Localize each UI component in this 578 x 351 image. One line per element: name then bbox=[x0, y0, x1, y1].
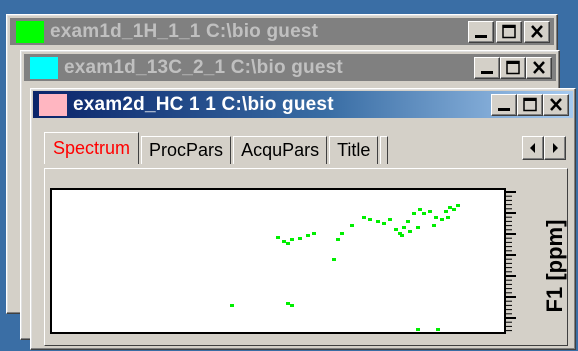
peak-marker bbox=[362, 216, 366, 219]
maximize-icon bbox=[502, 24, 516, 39]
close-icon bbox=[533, 61, 545, 74]
tab-strip: Spectrum ProcPars AcquPars Title bbox=[44, 132, 390, 164]
peak-marker bbox=[368, 218, 372, 221]
maximize-icon bbox=[506, 60, 520, 75]
peak-marker bbox=[416, 328, 420, 331]
tab-scroll-left-button[interactable] bbox=[522, 136, 544, 160]
minimize-icon bbox=[498, 108, 510, 111]
close-button[interactable] bbox=[526, 57, 552, 79]
peak-marker bbox=[440, 218, 444, 221]
spectrum-plot[interactable] bbox=[50, 188, 506, 334]
peak-marker bbox=[286, 242, 290, 245]
scroll-left-icon bbox=[530, 143, 535, 153]
y-axis bbox=[506, 191, 516, 332]
tab-spectrum[interactable]: Spectrum bbox=[44, 132, 140, 164]
peak-marker bbox=[230, 304, 234, 307]
peak-marker bbox=[434, 216, 438, 219]
maximize-icon bbox=[523, 97, 537, 112]
minimize-button[interactable] bbox=[468, 21, 494, 43]
tab-scroll-right-button[interactable] bbox=[544, 136, 566, 160]
peak-marker bbox=[422, 212, 426, 215]
peak-marker bbox=[388, 218, 392, 221]
peak-marker bbox=[282, 240, 286, 243]
tab-procpars[interactable]: ProcPars bbox=[141, 136, 232, 164]
tab-acqupars[interactable]: AcquPars bbox=[233, 136, 328, 164]
peak-marker bbox=[332, 258, 336, 261]
peaks-layer bbox=[230, 204, 460, 331]
peak-marker bbox=[382, 222, 386, 225]
peak-marker bbox=[350, 224, 354, 227]
window-title: exam2d_HC 1 1 C:\bio guest bbox=[73, 93, 334, 115]
window-titlebar[interactable]: exam1d_13C_2_1 C:\bio guest bbox=[24, 54, 556, 81]
peak-marker bbox=[400, 234, 404, 237]
peak-marker bbox=[452, 208, 456, 211]
peak-marker bbox=[276, 236, 280, 239]
close-button[interactable] bbox=[524, 21, 550, 43]
peak-marker bbox=[432, 224, 436, 227]
peak-marker bbox=[336, 238, 340, 241]
peak-marker bbox=[436, 328, 440, 331]
close-icon bbox=[531, 25, 543, 38]
window-titlebar[interactable]: exam1d_1H_1_1 C:\bio guest bbox=[10, 18, 554, 45]
tab-title[interactable]: Title bbox=[329, 136, 379, 164]
peak-marker bbox=[412, 212, 416, 215]
peak-marker bbox=[402, 226, 406, 229]
peak-marker bbox=[408, 230, 412, 233]
peak-marker bbox=[312, 232, 316, 235]
window-title: exam1d_13C_2_1 C:\bio guest bbox=[64, 56, 343, 78]
color-swatch bbox=[16, 20, 44, 43]
minimize-icon bbox=[481, 71, 493, 74]
color-swatch bbox=[30, 56, 58, 79]
window-title: exam1d_1H_1_1 C:\bio guest bbox=[50, 20, 319, 42]
close-icon bbox=[550, 98, 562, 111]
minimize-button[interactable] bbox=[474, 57, 500, 79]
scroll-right-icon bbox=[553, 143, 558, 153]
tab-overflow[interactable] bbox=[380, 136, 389, 164]
peak-marker bbox=[340, 232, 344, 235]
peak-marker bbox=[428, 210, 432, 213]
peak-marker bbox=[394, 228, 398, 231]
maximize-button[interactable] bbox=[517, 94, 543, 116]
color-swatch bbox=[39, 93, 67, 116]
peak-marker bbox=[290, 238, 294, 241]
peak-marker bbox=[298, 237, 302, 240]
y-axis-label: F1 [ppm] bbox=[542, 219, 567, 313]
peak-marker bbox=[416, 226, 420, 229]
close-button[interactable] bbox=[543, 94, 569, 116]
peak-marker bbox=[306, 234, 310, 237]
peak-marker bbox=[406, 220, 410, 223]
peak-marker bbox=[418, 208, 422, 211]
maximize-button[interactable] bbox=[496, 21, 522, 43]
peak-marker bbox=[444, 210, 448, 213]
peak-marker bbox=[446, 216, 450, 219]
minimize-icon bbox=[475, 35, 487, 38]
peak-marker bbox=[448, 206, 452, 209]
peak-marker bbox=[456, 204, 460, 207]
window-titlebar-active[interactable]: exam2d_HC 1 1 C:\bio guest bbox=[33, 91, 573, 118]
maximize-button[interactable] bbox=[500, 57, 526, 79]
minimize-button[interactable] bbox=[491, 94, 517, 116]
peak-marker bbox=[376, 220, 380, 223]
peak-marker bbox=[286, 302, 290, 305]
peak-marker bbox=[290, 304, 294, 307]
tab-scroll-arrows bbox=[522, 136, 566, 160]
